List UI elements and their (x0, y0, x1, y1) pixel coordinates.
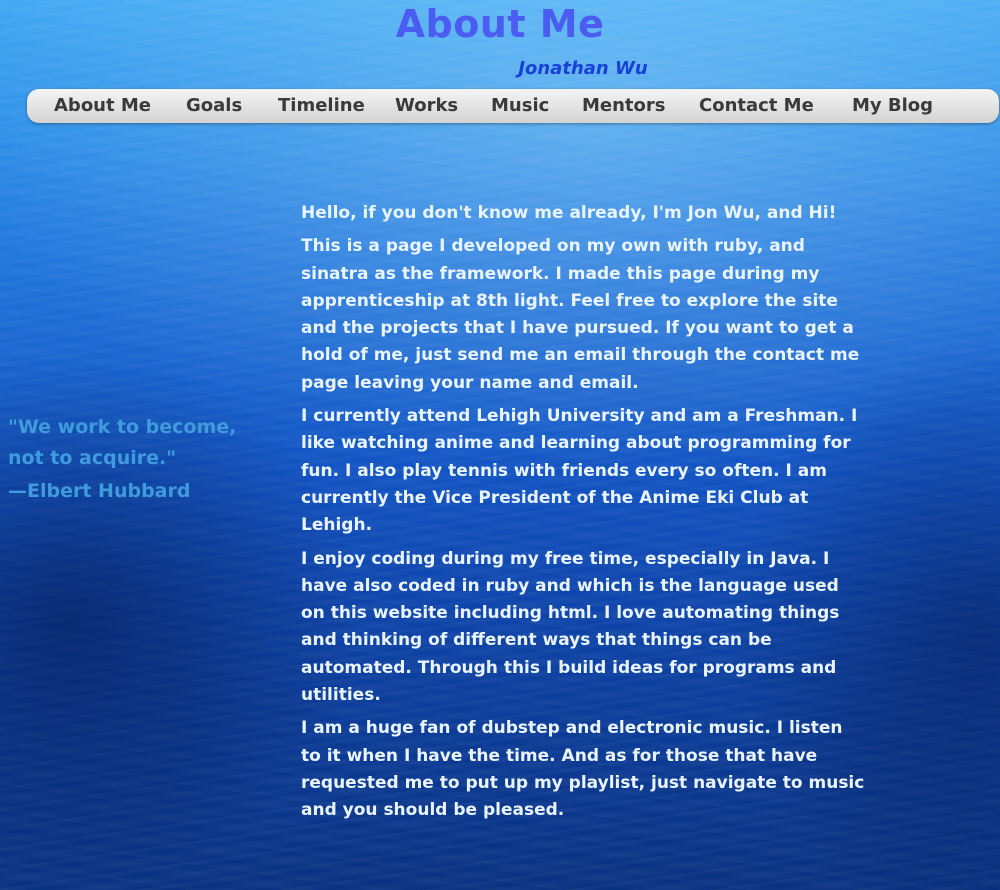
quote-text: "We work to become, not to acquire." (8, 416, 237, 469)
nav-item-music[interactable]: Music (491, 95, 549, 116)
main-nav: About Me Goals Timeline Works Music Ment… (27, 89, 999, 123)
music-paragraph: I am a huge fan of dubstep and electroni… (301, 718, 865, 821)
nav-item-about-me[interactable]: About Me (54, 95, 151, 116)
page-subtitle: Jonathan Wu (518, 58, 648, 79)
about-site-paragraph: This is a page I developed on my own wit… (301, 236, 860, 393)
nav-item-goals[interactable]: Goals (186, 95, 242, 116)
sidebar-quote: "We work to become, not to acquire." —El… (8, 412, 238, 507)
quote-author: —Elbert Hubbard (8, 480, 191, 502)
education-paragraph: I currently attend Lehigh University and… (301, 406, 858, 536)
nav-item-my-blog[interactable]: My Blog (852, 95, 933, 116)
coding-paragraph: I enjoy coding during my free time, espe… (301, 548, 840, 706)
nav-item-mentors[interactable]: Mentors (582, 95, 666, 116)
page-title: About Me (395, 2, 605, 46)
intro-paragraph: Hello, if you don't know me already, I'm… (301, 203, 837, 223)
nav-item-contact-me[interactable]: Contact Me (699, 95, 814, 116)
nav-item-works[interactable]: Works (395, 95, 458, 116)
nav-item-timeline[interactable]: Timeline (278, 95, 365, 116)
main-content: Hello, if you don't know me already, I'm… (301, 200, 867, 831)
